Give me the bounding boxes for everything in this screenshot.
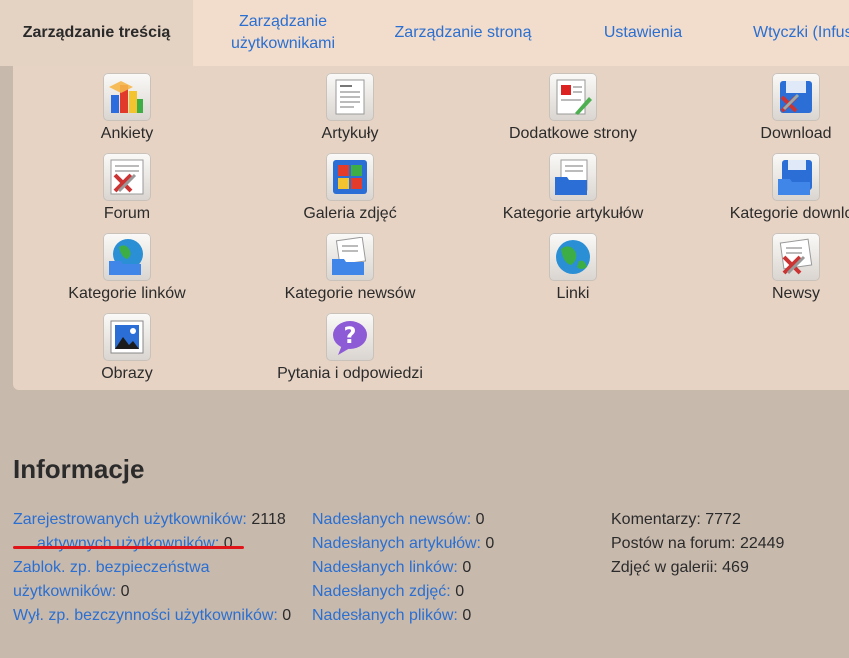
blocked-users-link[interactable]: Zablok. zp. bezpieczeństwa	[13, 559, 210, 576]
admin-icons-panel: Ankiety Artykuły Dodatkowe strony Downlo…	[13, 66, 849, 390]
admin-item-label: Pytania i odpowiedzi	[277, 365, 423, 382]
tab-site-management[interactable]: Zarządzanie stroną	[373, 0, 553, 66]
inactive-users-row: Wył. zp. bezczynności użytkowników: 0	[13, 604, 305, 628]
tab-label: Ustawienia	[603, 24, 683, 41]
admin-item-label: Obrazy	[101, 365, 153, 382]
admin-item-article-categories[interactable]: Kategorie artykułów	[461, 146, 685, 226]
photo-gallery-icon	[326, 153, 374, 201]
active-users-link[interactable]: aktywnych użytkowników:	[37, 535, 219, 552]
submissions-info-column: Nadesłanych newsów: 0 Nadesłanych artyku…	[312, 508, 602, 628]
admin-item-label: Linki	[556, 285, 590, 302]
gallery-photos-count: Zdjęć w galerii: 469	[611, 559, 749, 576]
submitted-links-link[interactable]: Nadesłanych linków:	[312, 559, 458, 576]
inactive-users-count: 0	[282, 607, 292, 624]
submitted-articles-row: Nadesłanych artykułów: 0	[312, 532, 602, 556]
forum-posts-count: Postów na forum: 22449	[611, 535, 785, 552]
admin-item-images[interactable]: Obrazy	[15, 306, 239, 386]
admin-item-label: Kategorie downloa	[729, 205, 849, 222]
blocked-users-link-cont[interactable]: użytkowników:	[13, 583, 116, 600]
admin-item-link-categories[interactable]: Kategorie linków	[15, 226, 239, 306]
submitted-links-row: Nadesłanych linków: 0	[312, 556, 602, 580]
admin-item-faq[interactable]: ? Pytania i odpowiedzi	[238, 306, 462, 386]
red-underline-annotation	[13, 546, 244, 549]
images-icon	[103, 313, 151, 361]
submitted-files-count: 0	[462, 607, 472, 624]
admin-item-label: Kategorie newsów	[284, 285, 416, 302]
tab-user-management[interactable]: Zarządzanie użytkownikami	[193, 0, 373, 66]
admin-item-label: Newsy	[771, 285, 820, 302]
admin-item-label: Download	[760, 125, 832, 142]
blocked-users-count: 0	[120, 583, 130, 600]
news-icon	[772, 233, 820, 281]
admin-item-polls[interactable]: Ankiety	[15, 66, 239, 146]
articles-icon	[326, 73, 374, 121]
registered-users-row: Zarejestrowanych użytkowników: 2118	[13, 508, 305, 532]
registered-users-link[interactable]: Zarejestrowanych użytkowników:	[13, 511, 247, 528]
submitted-articles-link[interactable]: Nadesłanych artykułów:	[312, 535, 481, 552]
tab-label: Zarządzanie stroną	[394, 24, 532, 41]
news-categories-icon	[326, 233, 374, 281]
submitted-articles-count: 0	[485, 535, 495, 552]
site-stats-column: Komentarzy: 7772 Postów na forum: 22449 …	[611, 508, 841, 580]
forum-icon	[103, 153, 151, 201]
admin-item-news-categories[interactable]: Kategorie newsów	[238, 226, 462, 306]
submitted-links-count: 0	[462, 559, 472, 576]
inactive-users-link[interactable]: Wył. zp. bezczynności użytkowników:	[13, 607, 278, 624]
link-categories-icon	[103, 233, 151, 281]
custom-pages-icon	[549, 73, 597, 121]
admin-item-forum[interactable]: Forum	[15, 146, 239, 226]
submitted-photos-count: 0	[455, 583, 465, 600]
links-icon	[549, 233, 597, 281]
submitted-news-row: Nadesłanych newsów: 0	[312, 508, 602, 532]
info-heading: Informacje	[13, 454, 145, 484]
admin-item-label: Dodatkowe strony	[508, 125, 638, 142]
admin-item-news[interactable]: Newsy	[684, 226, 849, 306]
admin-item-links[interactable]: Linki	[461, 226, 685, 306]
admin-item-photo-gallery[interactable]: Galeria zdjęć	[238, 146, 462, 226]
download-categories-icon	[772, 153, 820, 201]
tab-label: Zarządzanie użytkownikami	[231, 11, 335, 55]
users-info-column: Zarejestrowanych użytkowników: 2118 akty…	[13, 508, 305, 628]
tab-label-line: użytkownikami	[230, 35, 336, 52]
admin-item-download-categories[interactable]: Kategorie downloa	[684, 146, 849, 226]
tab-content-management[interactable]: Zarządzanie treścią	[0, 0, 193, 66]
tab-settings[interactable]: Ustawienia	[553, 0, 733, 66]
tab-label: Zarządzanie treścią	[22, 24, 171, 41]
tab-label-line: Zarządzanie	[238, 13, 328, 30]
admin-item-download[interactable]: Download	[684, 66, 849, 146]
admin-item-label: Kategorie artykułów	[502, 205, 644, 222]
comments-count: Komentarzy: 7772	[611, 511, 741, 528]
admin-item-label: Kategorie linków	[68, 285, 186, 302]
submitted-files-row: Nadesłanych plików: 0	[312, 604, 602, 628]
submitted-files-link[interactable]: Nadesłanych plików:	[312, 607, 458, 624]
blocked-users-row: Zablok. zp. bezpieczeństwa użytkowników:…	[13, 556, 305, 604]
tab-infusions[interactable]: Wtyczki (Infus	[733, 0, 849, 66]
submitted-news-link[interactable]: Nadesłanych newsów:	[312, 511, 471, 528]
download-icon	[772, 73, 820, 121]
admin-item-articles[interactable]: Artykuły	[238, 66, 462, 146]
svg-text:?: ?	[344, 324, 357, 349]
active-users-row: aktywnych użytkowników: 0	[13, 532, 305, 556]
admin-item-custom-pages[interactable]: Dodatkowe strony	[461, 66, 685, 146]
admin-item-label: Ankiety	[100, 125, 154, 142]
article-categories-icon	[549, 153, 597, 201]
tab-label: Wtyczki (Infus	[753, 24, 849, 41]
faq-icon: ?	[326, 313, 374, 361]
admin-item-label: Artykuły	[321, 125, 379, 142]
submitted-photos-link[interactable]: Nadesłanych zdjęć:	[312, 583, 451, 600]
tab-bar: Zarządzanie treścią Zarządzanie użytkown…	[0, 0, 849, 66]
polls-icon	[103, 73, 151, 121]
registered-users-count: 2118	[251, 511, 286, 528]
submitted-photos-row: Nadesłanych zdjęć: 0	[312, 580, 602, 604]
submitted-news-count: 0	[475, 511, 485, 528]
admin-item-label: Galeria zdjęć	[303, 205, 397, 222]
admin-item-label: Forum	[103, 205, 151, 222]
active-users-count: 0	[223, 535, 233, 552]
